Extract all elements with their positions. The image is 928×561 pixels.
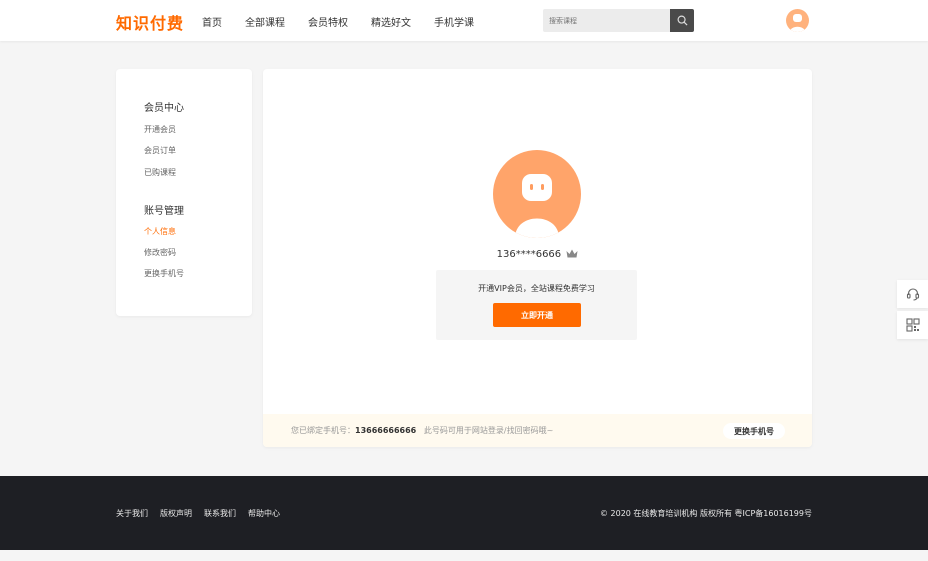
nav-item-home[interactable]: 首页 — [202, 14, 222, 29]
bind-hint: 此号码可用于网站登录/找回密码哦~ — [423, 426, 554, 435]
sidebar-item-open-membership[interactable]: 开通会员 — [144, 124, 176, 135]
sidebar-group-account-management: 账号管理 — [144, 206, 184, 217]
qrcode-icon — [905, 318, 920, 332]
sidebar-item-personal-info[interactable]: 个人信息 — [144, 226, 176, 237]
nav-item-member-privileges[interactable]: 会员特权 — [308, 14, 348, 29]
phone-masked-line: 136****6666 — [263, 249, 812, 260]
sidebar-group-member-center: 会员中心 — [144, 103, 184, 114]
vip-promo-text: 开通VIP会员，全站课程免费学习 — [478, 284, 595, 293]
nav-item-all-courses[interactable]: 全部课程 — [245, 14, 285, 29]
phone-bind-bar: 您已绑定手机号：13666666666 此号码可用于网站登录/找回密码哦~ 更换… — [263, 414, 812, 447]
open-vip-button[interactable]: 立即开通 — [493, 303, 581, 327]
footer-link-copyright[interactable]: 版权声明 — [160, 508, 192, 519]
profile-avatar[interactable] — [493, 150, 581, 238]
phone-bind-text: 您已绑定手机号：13666666666 此号码可用于网站登录/找回密码哦~ — [291, 425, 553, 436]
qrcode-button[interactable] — [897, 311, 928, 339]
nav-item-mobile-learning[interactable]: 手机学课 — [434, 14, 474, 29]
sidebar-item-change-password[interactable]: 修改密码 — [144, 247, 176, 258]
sidebar-item-change-phone[interactable]: 更换手机号 — [144, 268, 184, 279]
main-nav: 首页 全部课程 会员特权 精选好文 手机学课 — [202, 14, 497, 29]
footer-link-help[interactable]: 帮助中心 — [248, 508, 280, 519]
phone-masked: 136****6666 — [496, 249, 562, 260]
site-footer: 关于我们 版权声明 联系我们 帮助中心 © 2020 在线教育培训机构 版权所有… — [0, 476, 928, 550]
footer-link-about[interactable]: 关于我们 — [116, 508, 148, 519]
customer-service-button[interactable] — [897, 280, 928, 308]
nav-item-featured-articles[interactable]: 精选好文 — [371, 14, 411, 29]
search-input[interactable] — [549, 13, 664, 28]
bind-prefix: 您已绑定手机号： — [291, 426, 355, 435]
search-box — [543, 9, 694, 32]
site-logo[interactable]: 知识付费 — [116, 10, 184, 34]
user-icon — [790, 14, 805, 32]
footer-links: 关于我们 版权声明 联系我们 帮助中心 — [116, 508, 292, 519]
sidebar-item-purchased-courses[interactable]: 已购课程 — [144, 167, 176, 178]
vip-promo-box: 开通VIP会员，全站课程免费学习 立即开通 — [436, 270, 637, 340]
search-icon — [677, 15, 688, 26]
search-button[interactable] — [670, 9, 694, 32]
top-header: 知识付费 首页 全部课程 会员特权 精选好文 手机学课 — [0, 0, 928, 41]
account-sidebar: 会员中心 开通会员 会员订单 已购课程 账号管理 个人信息 修改密码 更换手机号 — [116, 69, 252, 316]
sidebar-item-member-orders[interactable]: 会员订单 — [144, 145, 176, 156]
footer-copyright: © 2020 在线教育培训机构 版权所有 粤ICP备16016199号 — [599, 509, 812, 518]
crown-icon — [566, 249, 578, 258]
change-phone-button[interactable]: 更换手机号 — [723, 423, 785, 439]
user-icon — [515, 174, 559, 238]
profile-panel: 136****6666 开通VIP会员，全站课程免费学习 立即开通 您已绑定手机… — [263, 69, 812, 447]
footer-link-contact[interactable]: 联系我们 — [204, 508, 236, 519]
headset-icon — [906, 288, 919, 301]
user-avatar[interactable] — [786, 9, 809, 32]
bound-phone-number: 13666666666 — [355, 426, 417, 435]
